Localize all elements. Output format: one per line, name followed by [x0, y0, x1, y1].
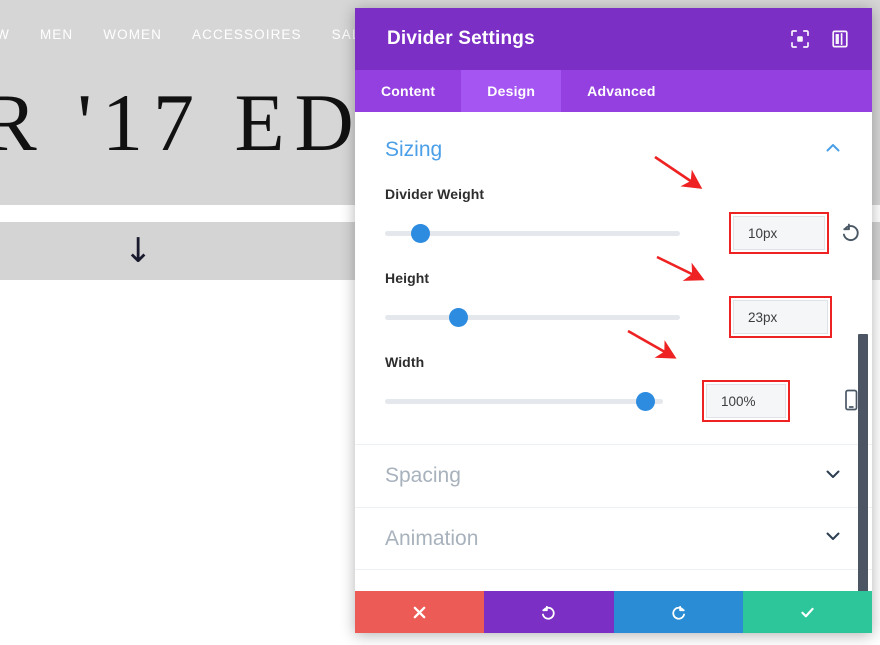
- slider-track: [385, 399, 663, 404]
- tab-design[interactable]: Design: [461, 70, 562, 112]
- slider-divider-weight[interactable]: [385, 216, 680, 250]
- slider-width[interactable]: [385, 384, 663, 418]
- modal-footer: [355, 591, 872, 633]
- modal-title: Divider Settings: [387, 28, 535, 49]
- nav-item-accessoires[interactable]: ACCESSOIRES: [192, 27, 332, 42]
- slider-track: [385, 315, 680, 320]
- save-button[interactable]: [742, 591, 872, 633]
- cancel-button[interactable]: [355, 591, 485, 633]
- row-height: 23px: [385, 296, 842, 338]
- scroll-down-arrow-icon[interactable]: ↓: [124, 234, 153, 268]
- field-divider-weight: Divider Weight 10px: [355, 186, 872, 254]
- section-header-sizing[interactable]: Sizing: [355, 112, 872, 166]
- input-divider-weight[interactable]: 10px: [733, 216, 825, 250]
- reset-icon[interactable]: [840, 221, 862, 245]
- focus-icon[interactable]: [790, 29, 810, 49]
- tab-advanced[interactable]: Advanced: [561, 70, 682, 112]
- undo-button[interactable]: [484, 591, 614, 633]
- site-nav-items: EW MEN WOMEN ACCESSOIRES SALE: [0, 27, 401, 42]
- chevron-down-icon[interactable]: [824, 465, 842, 488]
- tab-content[interactable]: Content: [355, 70, 461, 112]
- field-height: Height 23px: [355, 270, 872, 338]
- label-height: Height: [385, 270, 430, 286]
- row-width: 100%: [385, 380, 858, 422]
- label-divider-weight: Divider Weight: [385, 186, 485, 202]
- modal-scrollbar-thumb[interactable]: [858, 334, 868, 591]
- layout-columns-icon[interactable]: [830, 29, 850, 49]
- nav-item-new[interactable]: EW: [0, 27, 40, 42]
- nav-item-men[interactable]: MEN: [40, 27, 103, 42]
- site-hero-title: R '17 ED: [0, 77, 364, 168]
- section-title-spacing: Spacing: [385, 464, 461, 487]
- section-title-animation: Animation: [385, 526, 479, 550]
- section-bottom-divider: [355, 569, 872, 570]
- section-header-spacing[interactable]: Spacing: [355, 445, 872, 507]
- modal-body: Sizing Divider Weight 10px Height 23px W…: [355, 112, 872, 591]
- chevron-down-icon[interactable]: [824, 527, 842, 550]
- slider-height[interactable]: [385, 300, 680, 334]
- slider-knob[interactable]: [449, 308, 468, 327]
- modal-header: Divider Settings: [355, 8, 872, 70]
- modal-header-icons: [790, 29, 850, 49]
- nav-item-women[interactable]: WOMEN: [103, 27, 192, 42]
- row-divider-weight: 10px: [385, 212, 859, 254]
- field-width: Width 100%: [355, 354, 872, 422]
- section-title-sizing: Sizing: [385, 138, 443, 161]
- slider-knob[interactable]: [411, 224, 430, 243]
- input-height[interactable]: 23px: [733, 300, 828, 334]
- divider-settings-modal: Divider Settings Content Design Advanced…: [355, 8, 872, 633]
- redo-button[interactable]: [613, 591, 743, 633]
- chevron-up-icon[interactable]: [824, 139, 842, 162]
- slider-knob[interactable]: [636, 392, 655, 411]
- screen: EW MEN WOMEN ACCESSOIRES SALE R '17 ED ↓…: [0, 0, 880, 645]
- modal-tabs: Content Design Advanced: [355, 70, 872, 112]
- section-header-animation[interactable]: Animation: [355, 507, 872, 569]
- label-width: Width: [385, 354, 425, 370]
- input-width[interactable]: 100%: [706, 384, 786, 418]
